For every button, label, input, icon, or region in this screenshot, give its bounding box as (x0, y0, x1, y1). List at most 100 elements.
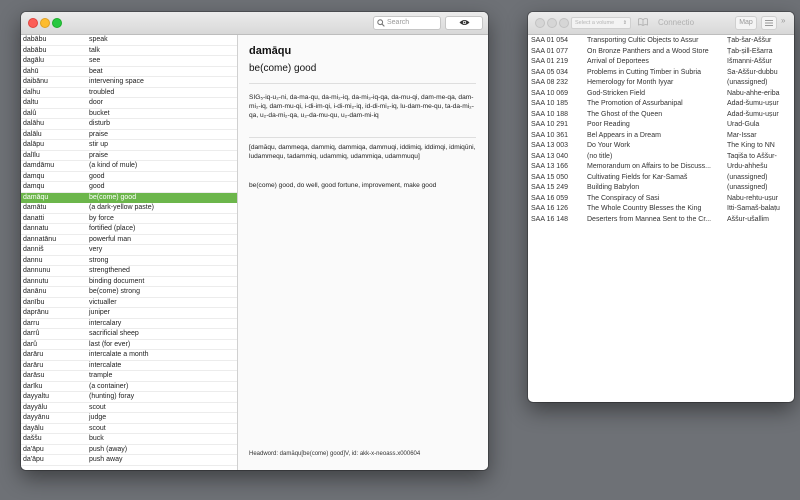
entry-row[interactable]: daššu buck (21, 434, 237, 445)
entry-row[interactable]: dannu strong (21, 256, 237, 266)
entry-row[interactable]: danniš very (21, 245, 237, 256)
text-row[interactable]: SAA 05 034 Problems in Cutting Timber in … (528, 68, 794, 79)
list-menu-button[interactable] (761, 16, 777, 30)
text-row[interactable]: SAA 08 232 Hemerology for Month Iyyar (una… (528, 78, 794, 89)
text-row[interactable]: SAA 15 050 Cultivating Fields for Kar-Šam… (528, 173, 794, 184)
entry-row[interactable]: dalāpu stir up (21, 140, 237, 151)
more-icon[interactable]: » (781, 16, 785, 25)
text-author: Nabu-ahhe-eriba (727, 89, 780, 97)
text-author: Išmanni-Aššur (727, 58, 772, 65)
entry-row[interactable]: dalālu praise (21, 130, 237, 140)
minimize-window-button[interactable] (40, 18, 50, 28)
entry-row[interactable]: dabābu talk (21, 46, 237, 56)
text-id: SAA 10 069 (531, 89, 568, 97)
text-row[interactable]: SAA 13 166 Memorandum on Affairs to be Di… (528, 162, 794, 173)
map-button[interactable]: Map (735, 16, 757, 30)
text-author: (unassigned) (727, 184, 768, 191)
text-row[interactable]: SAA 16 148 Deserters from Mannea Sent to … (528, 215, 794, 226)
entry-row[interactable]: daprānu juniper (21, 308, 237, 319)
entry-row[interactable]: da'āpu push (away) (21, 445, 237, 455)
entry-row[interactable]: dayālu scout (21, 424, 237, 434)
entry-word: danību (23, 298, 45, 306)
entry-row[interactable]: damātu (a dark-yellow paste) (21, 203, 237, 214)
search-field[interactable]: Search (373, 16, 441, 30)
entry-meaning: (a dark-yellow paste) (89, 204, 154, 211)
entry-row[interactable]: dabābu speak (21, 35, 237, 46)
text-row[interactable]: SAA 16 059 The Conspiracy of Sasi Nabu-reh… (528, 194, 794, 205)
entry-row[interactable]: darru intercalary (21, 319, 237, 329)
text-title: Poor Reading (587, 121, 630, 128)
entry-row[interactable]: darīku (a container) (21, 382, 237, 392)
entry-meaning: buck (89, 435, 104, 442)
text-row[interactable]: SAA 15 249 Building Babylon (unassigned) (528, 183, 794, 194)
entry-meaning: good (89, 172, 105, 180)
entry-row[interactable]: danānu be(come) strong (21, 287, 237, 298)
entry-row[interactable]: damdāmu (a kind of mule) (21, 161, 237, 172)
entry-forms: SIG₅-iq-u₂-ni, da-ma-qu, da-mi₂-iq, da-m… (249, 94, 474, 119)
close-window-button[interactable] (28, 18, 38, 28)
text-row[interactable]: SAA 10 188 The Ghost of the Queen Adad-šum… (528, 110, 794, 121)
entry-meaning: stir up (89, 141, 109, 148)
entry-word: dahū (23, 67, 39, 75)
text-row[interactable]: SAA 01 077 On Bronze Panthers and a Wood … (528, 47, 794, 58)
minimize-window-button[interactable] (547, 18, 557, 28)
text-row[interactable]: SAA 13 040 (no title) Taqiša to Aššur- (528, 152, 794, 163)
text-row[interactable]: SAA 13 003 Do Your Work The King to NN (528, 141, 794, 152)
text-row[interactable]: SAA 10 185 The Promotion of Assurbanipal A… (528, 99, 794, 110)
entry-meaning: strengthened (89, 267, 130, 274)
entry-meaning: very (89, 246, 103, 253)
entry-row[interactable]: darû last (for ever) (21, 340, 237, 350)
text-row[interactable]: SAA 01 219 Arrival of Deportees Išmanni-Aš… (528, 57, 794, 68)
entry-row[interactable]: da'āpu push away (21, 455, 237, 466)
entry-row[interactable]: dagālu see (21, 56, 237, 67)
entry-row[interactable]: danību victualler (21, 298, 237, 308)
entry-row[interactable]: dannatu fortified (place) (21, 224, 237, 235)
text-row[interactable]: SAA 10 069 God-Stricken Field Nabu-ahhe-er… (528, 89, 794, 100)
entry-row[interactable]: dannatānu powerful man (21, 235, 237, 245)
text-title: The Ghost of the Queen (587, 110, 663, 118)
volume-select[interactable]: Select a volume ⇕ (571, 17, 631, 29)
entry-row[interactable]: dayyālu scout (21, 403, 237, 413)
text-row[interactable]: SAA 16 126 The Whole Country Blesses the … (528, 204, 794, 215)
entry-list[interactable]: dabābu speak dabābu talk dagālu see dahū beat da… (21, 35, 237, 470)
entry-row[interactable]: damqu good (21, 182, 237, 193)
text-row[interactable]: SAA 10 291 Poor Reading Urad-Gula (528, 120, 794, 131)
entry-meaning: (a kind of mule) (89, 162, 138, 169)
title-bar: Select a volume ⇕ Connectio Map » (528, 12, 794, 35)
zoom-window-button[interactable] (559, 18, 569, 28)
entry-row[interactable]: damāqu be(come) good (21, 192, 237, 203)
divider (249, 137, 476, 138)
entry-row[interactable]: dalû bucket (21, 109, 237, 119)
book-icon[interactable] (638, 18, 648, 26)
entry-row[interactable]: daibānu intervening space (21, 77, 237, 88)
entry-row[interactable]: dannutu binding document (21, 277, 237, 287)
entry-word: dalhu (23, 88, 41, 96)
entry-row[interactable]: dalhu troubled (21, 88, 237, 98)
entry-row[interactable]: damqu good (21, 172, 237, 182)
zoom-window-button[interactable] (52, 18, 62, 28)
entry-word: dayyaltu (23, 393, 50, 400)
text-row[interactable]: SAA 01 054 Transporting Cultic Objects to… (528, 36, 794, 47)
text-id: SAA 13 166 (531, 163, 568, 170)
text-author: Mar-Issar (727, 131, 757, 139)
close-window-button[interactable] (535, 18, 545, 28)
entry-row[interactable]: danatti by force (21, 214, 237, 224)
text-id: SAA 16 126 (531, 205, 568, 212)
entry-row[interactable]: dalāhu disturb (21, 119, 237, 130)
entry-row[interactable]: daltu door (21, 98, 237, 109)
entry-row[interactable]: dayyaltu (hunting) foray (21, 392, 237, 403)
entry-row[interactable]: dannunu strengthened (21, 266, 237, 277)
entry-row[interactable]: darrû sacrificial sheep (21, 329, 237, 340)
entry-row[interactable]: dalīlu praise (21, 151, 237, 161)
text-row[interactable]: SAA 10 361 Bel Appears in a Dream Mar-Issa… (528, 131, 794, 142)
entry-meaning: judge (89, 414, 107, 421)
entry-row[interactable]: darāru intercalate (21, 361, 237, 371)
entry-row[interactable]: darāru intercalate a month (21, 350, 237, 361)
entry-meaning: bucket (89, 109, 110, 117)
entry-word: danānu (23, 288, 47, 295)
entry-row[interactable]: darāsu trample (21, 371, 237, 382)
entry-row[interactable]: dahū beat (21, 67, 237, 77)
entry-row[interactable]: dayyānu judge (21, 413, 237, 424)
entry-meaning: strong (89, 256, 109, 264)
preview-toggle-button[interactable] (445, 16, 483, 30)
